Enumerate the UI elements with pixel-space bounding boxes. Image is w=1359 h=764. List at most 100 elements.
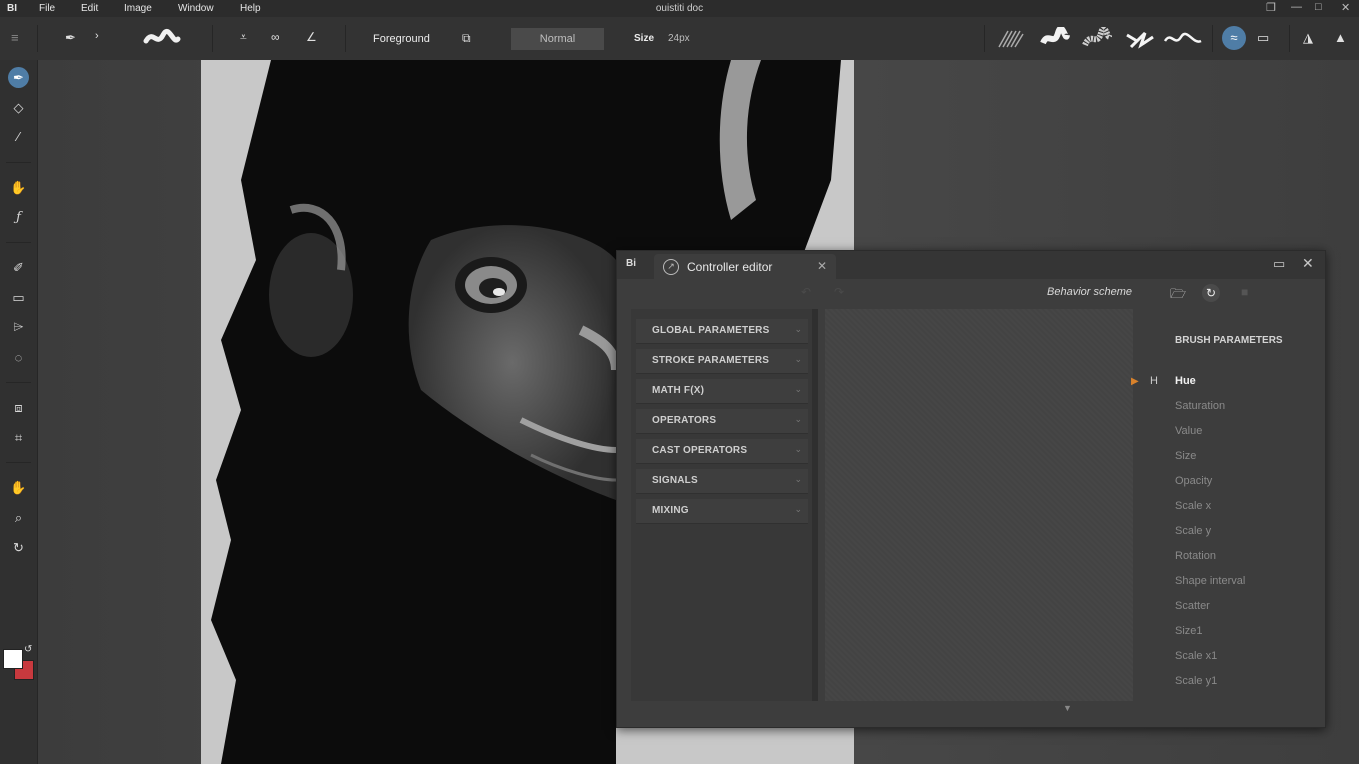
category-label: STROKE PARAMETERS [652, 355, 770, 366]
chevron-down-icon: ⌄ [794, 504, 802, 514]
stroke-loop-icon[interactable]: ∞ [271, 30, 280, 44]
controller-icon: ↗ [663, 259, 679, 275]
chevron-down-icon: ⌄ [794, 414, 802, 424]
crop-tool-icon[interactable]: ⌗ [8, 427, 29, 448]
eraser-tool-icon[interactable]: ◇ [8, 97, 29, 118]
category-math-fx[interactable]: MATH F(X) ⌄ [636, 379, 808, 404]
transform-tool-icon[interactable]: ⧈ [8, 397, 29, 418]
restore-icon[interactable]: ❐ [1266, 1, 1276, 14]
color-source-icon[interactable]: ⧉ [462, 31, 471, 46]
sliders-icon[interactable]: ≡ [11, 30, 19, 45]
editor-titlebar[interactable]: Bi ↗ Controller editor ✕ ▭ ✕ [617, 251, 1325, 279]
param-scatter[interactable]: Scatter [1175, 600, 1210, 612]
category-mixing[interactable]: MIXING ⌄ [636, 499, 808, 524]
category-operators[interactable]: OPERATORS ⌄ [636, 409, 808, 434]
pen-tool-icon[interactable]: ✐ [8, 257, 29, 278]
mirror-icon[interactable]: ◮ [1303, 30, 1313, 46]
function-tool-icon[interactable]: ƒ [8, 207, 29, 228]
controller-editor-window: Bi ↗ Controller editor ✕ ▭ ✕ ↶ ↷ Behavio… [616, 250, 1326, 728]
tab-controller-editor[interactable]: ↗ Controller editor ✕ [654, 254, 836, 279]
toolbar-divider [37, 25, 38, 52]
hand-tool-icon[interactable]: ✋ [8, 477, 29, 498]
toolbar-divider [984, 25, 985, 52]
toolbox-divider [6, 162, 31, 163]
toolbox-divider [6, 462, 31, 463]
tab-close-icon[interactable]: ✕ [817, 259, 827, 273]
brush-preset-1[interactable] [996, 27, 1026, 51]
maximize-icon[interactable]: □ [1315, 1, 1322, 13]
hue-param-icon: H [1150, 375, 1158, 387]
rectangle-select-icon[interactable]: ▭ [8, 287, 29, 308]
layer-mode-icon[interactable]: ▭ [1257, 30, 1269, 46]
collapse-icon[interactable]: ▼ [1063, 703, 1072, 713]
foreground-color-swatch[interactable] [3, 649, 23, 669]
toolbar-divider [345, 25, 346, 52]
save-icon[interactable]: ■ [1241, 285, 1248, 299]
brush-parameters-heading: BRUSH PARAMETERS [1175, 335, 1283, 346]
redo-icon[interactable]: ↷ [834, 285, 844, 299]
rotate-view-icon[interactable]: ↻ [8, 537, 29, 558]
category-label: MIXING [652, 505, 689, 516]
category-signals[interactable]: SIGNALS ⌄ [636, 469, 808, 494]
category-stroke-parameters[interactable]: STROKE PARAMETERS ⌄ [636, 349, 808, 374]
selected-arrow-icon: ▶ [1131, 376, 1139, 387]
brush-engine-icon[interactable]: ≈ [1222, 26, 1246, 50]
brush-tool-icon[interactable]: ✒ [8, 67, 29, 88]
brush-preset-4[interactable] [1125, 27, 1155, 51]
param-scale-y[interactable]: Scale y [1175, 525, 1211, 537]
ellipse-select-icon[interactable]: ◌ [8, 347, 29, 368]
open-folder-icon[interactable]: 🗁 [1170, 285, 1186, 307]
size-value[interactable]: 24px [668, 33, 690, 44]
toolbar-divider [1289, 25, 1290, 52]
tool-options-bar: ≡ ✒ › ⩡ ∞ ∠ Foreground ⧉ Normal Size 24p… [0, 17, 1359, 61]
refresh-icon[interactable]: ↻ [1202, 284, 1220, 302]
swap-colors-icon[interactable]: ↺ [24, 644, 32, 655]
toolbar-divider [212, 25, 213, 52]
color-source-label[interactable]: Foreground [373, 33, 430, 45]
param-scale-y1[interactable]: Scale y1 [1175, 675, 1217, 687]
brush-icon[interactable]: ✒ [65, 30, 76, 46]
minimize-icon[interactable]: — [1291, 1, 1302, 13]
brush-preset-2[interactable] [1040, 27, 1070, 51]
chevron-down-icon: ⌄ [794, 324, 802, 334]
param-scale-x[interactable]: Scale x [1175, 500, 1211, 512]
param-opacity[interactable]: Opacity [1175, 475, 1212, 487]
symmetry-icon[interactable]: ▲ [1334, 30, 1347, 45]
menu-bar: BI File Edit Image Window Help ouistiti … [0, 0, 1359, 17]
chevron-down-icon: ⌄ [794, 384, 802, 394]
chevron-down-icon: ⌄ [794, 474, 802, 484]
category-cast-operators[interactable]: CAST OPERATORS ⌄ [636, 439, 808, 464]
chevron-right-icon[interactable]: › [95, 30, 99, 42]
category-label: GLOBAL PARAMETERS [652, 325, 770, 336]
node-graph-area[interactable] [825, 309, 1133, 701]
param-size[interactable]: Size [1175, 450, 1196, 462]
toolbox-divider [6, 382, 31, 383]
undo-icon[interactable]: ↶ [801, 285, 811, 299]
param-saturation[interactable]: Saturation [1175, 400, 1225, 412]
param-shape-interval[interactable]: Shape interval [1175, 575, 1245, 587]
param-size1[interactable]: Size1 [1175, 625, 1203, 637]
blend-mode-select[interactable]: Normal [511, 28, 604, 50]
maximize-icon[interactable]: ▭ [1273, 256, 1285, 272]
tab-label: Controller editor [687, 260, 773, 274]
brush-preset-5[interactable] [1163, 27, 1203, 51]
param-rotation[interactable]: Rotation [1175, 550, 1216, 562]
smudge-tool-icon[interactable]: ✋ [8, 177, 29, 198]
close-icon[interactable]: ✕ [1341, 1, 1350, 14]
stroke-mode-icon[interactable]: ⩡ [240, 30, 247, 45]
stroke-preview-icon[interactable] [143, 27, 181, 49]
size-label: Size [634, 33, 655, 44]
category-label: CAST OPERATORS [652, 445, 748, 456]
close-icon[interactable]: ✕ [1302, 255, 1314, 272]
param-value[interactable]: Value [1175, 425, 1202, 437]
brush-preset-3[interactable] [1082, 27, 1112, 51]
category-label: MATH F(X) [652, 385, 705, 396]
eyedropper-tool-icon[interactable]: ∕ [8, 126, 29, 147]
param-scale-x1[interactable]: Scale x1 [1175, 650, 1217, 662]
zoom-tool-icon[interactable]: ⌕ [8, 507, 29, 528]
param-hue[interactable]: Hue [1175, 375, 1196, 387]
category-global-parameters[interactable]: GLOBAL PARAMETERS ⌄ [636, 319, 808, 344]
lasso-tool-icon[interactable]: ⌲ [8, 316, 29, 337]
stroke-angle-icon[interactable]: ∠ [306, 30, 317, 44]
toolbar-divider [1212, 25, 1213, 52]
